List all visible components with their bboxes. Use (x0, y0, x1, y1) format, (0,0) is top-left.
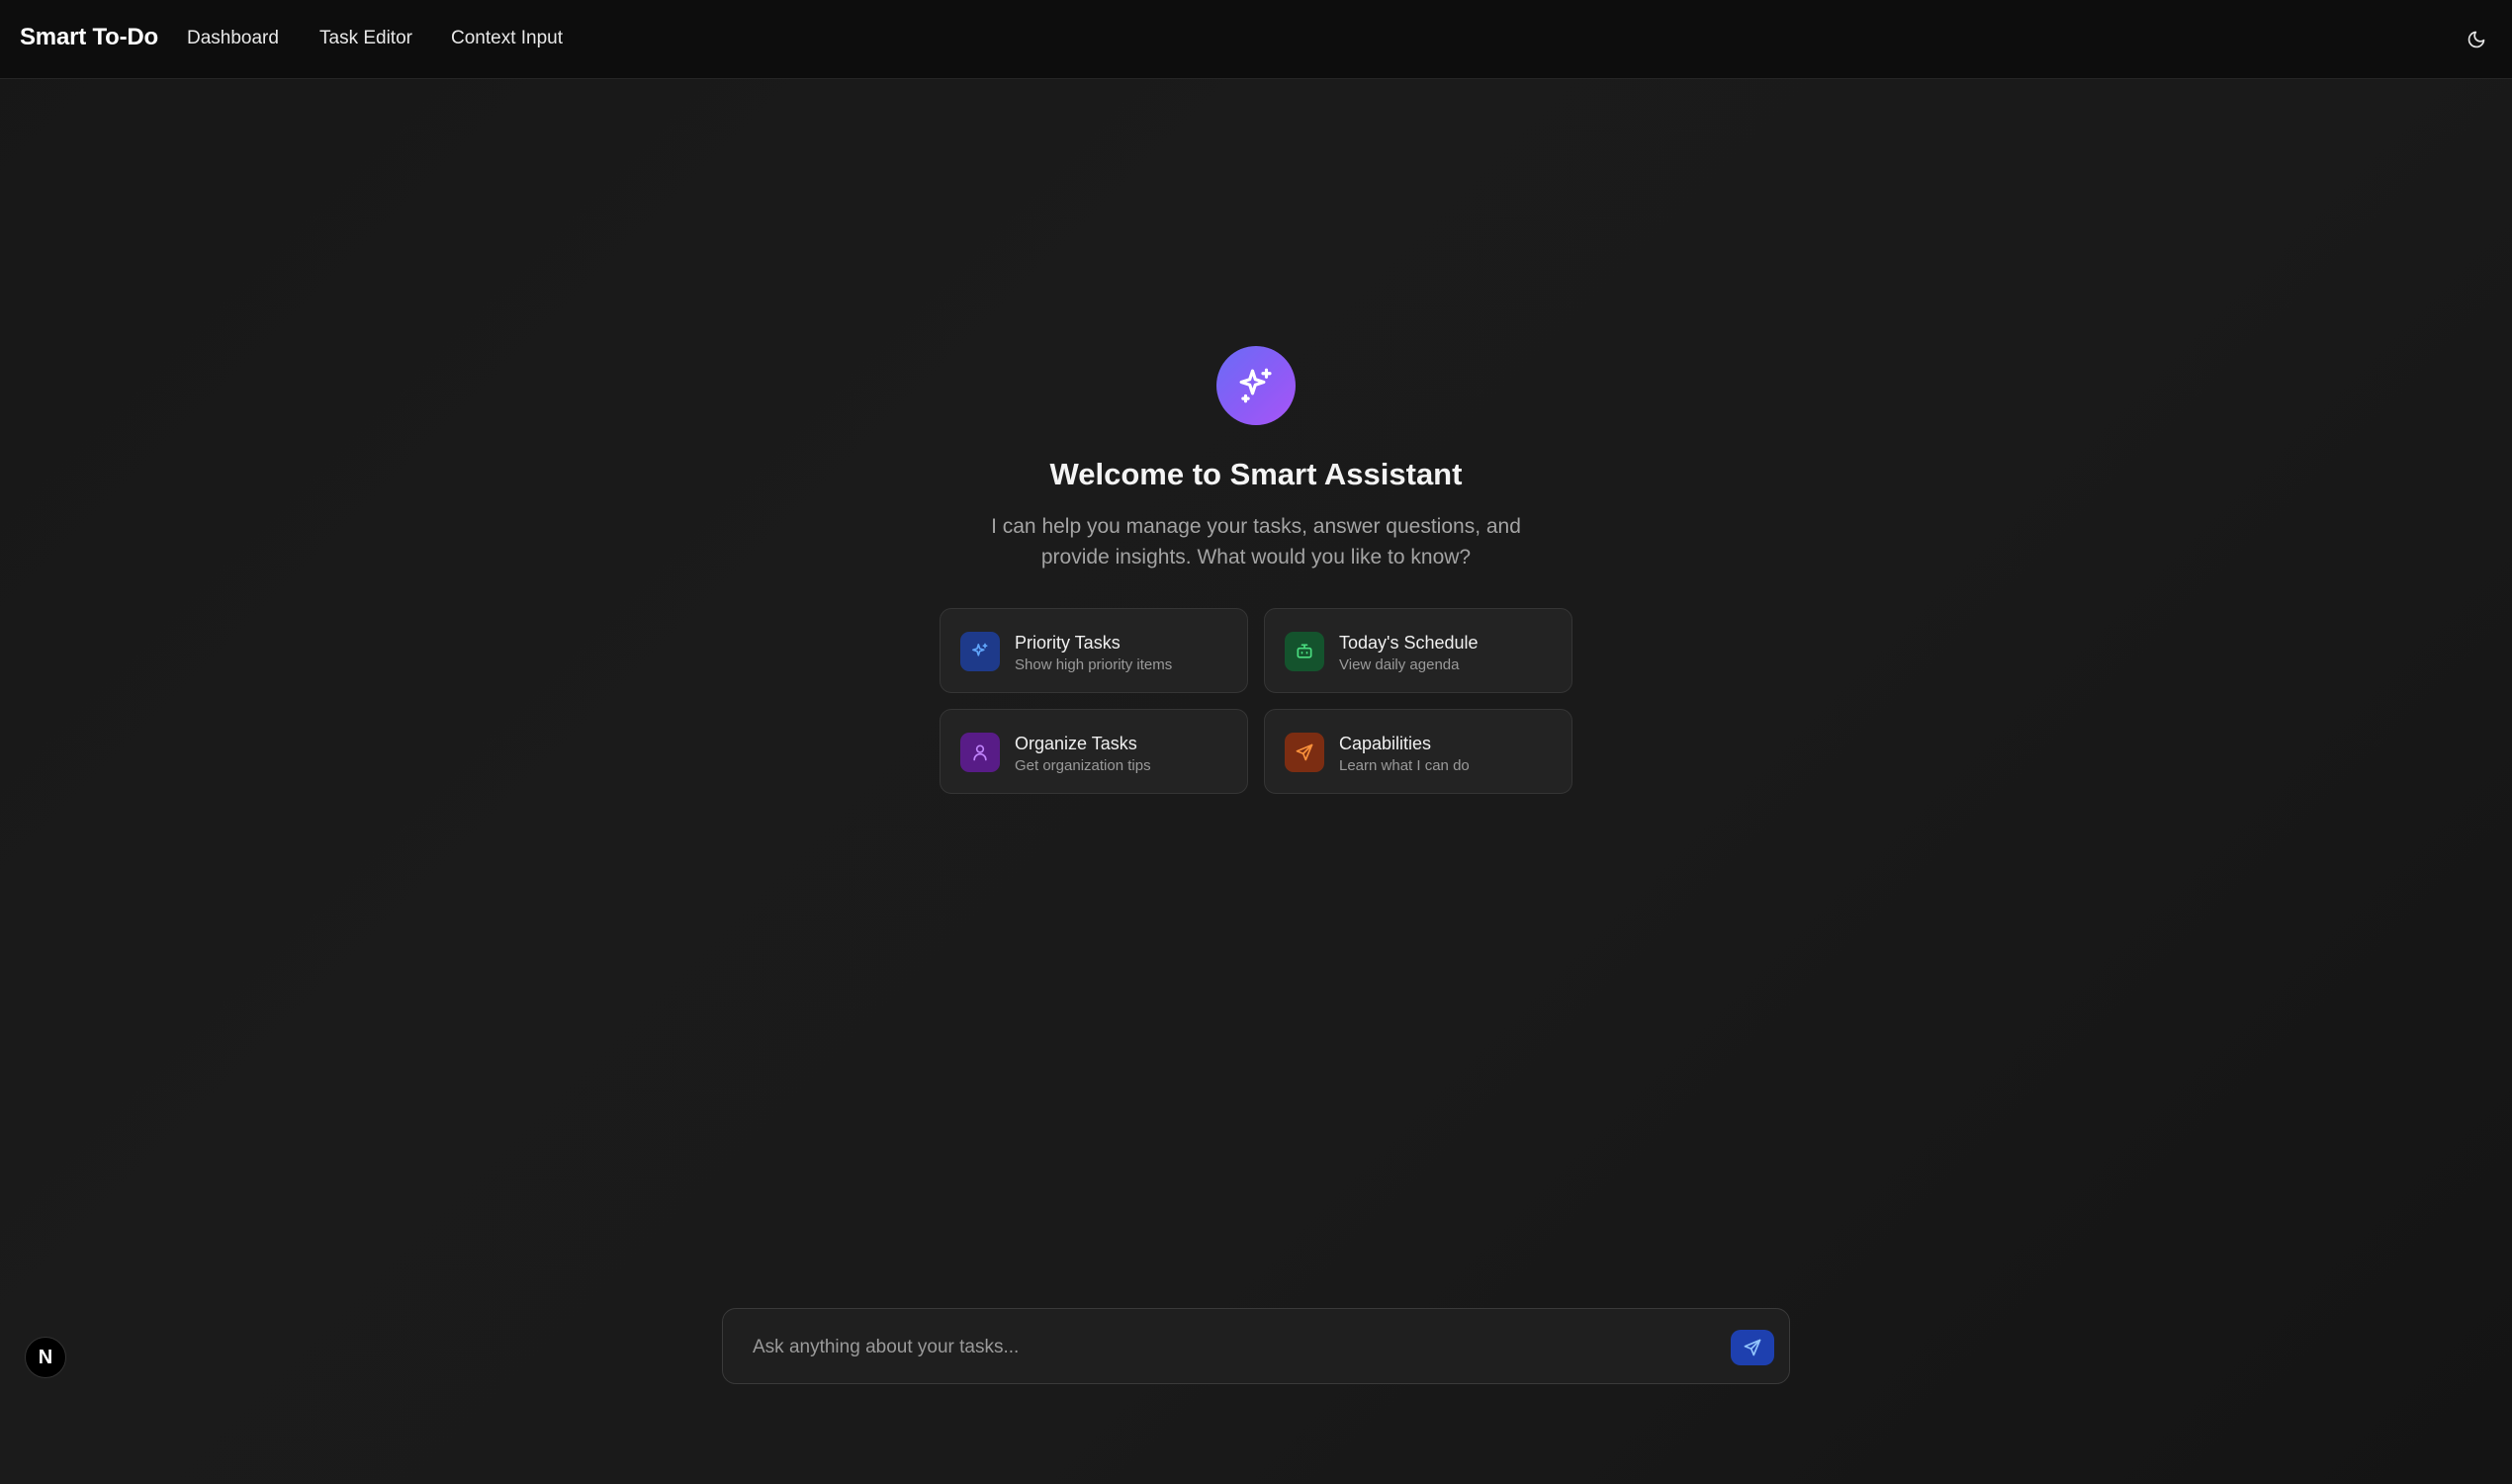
card-description: Learn what I can do (1339, 757, 1470, 774)
theme-toggle-button[interactable] (2459, 22, 2494, 57)
card-title: Priority Tasks (1015, 633, 1121, 653)
card-description: Show high priority items (1015, 656, 1173, 673)
send-button[interactable] (1731, 1330, 1774, 1365)
nav-link-context-input[interactable]: Context Input (451, 28, 563, 49)
suggestion-card-todays-schedule[interactable]: Today's Schedule View daily agenda (1264, 608, 1572, 693)
card-description: View daily agenda (1339, 656, 1460, 673)
sparkles-icon (972, 643, 988, 656)
nav-link-task-editor[interactable]: Task Editor (319, 28, 412, 49)
app-brand[interactable]: Smart To-Do (20, 24, 158, 51)
card-icon-box (1285, 733, 1324, 772)
welcome-title: Welcome to Smart Assistant (1049, 457, 1463, 491)
top-navbar: Smart To-Do Dashboard Task Editor Contex… (0, 0, 2512, 79)
sparkles-icon (1239, 368, 1272, 403)
suggestion-card-organize-tasks[interactable]: Organize Tasks Get organization tips (940, 709, 1248, 794)
nextjs-dev-badge[interactable]: N (25, 1337, 66, 1378)
bot-icon (1297, 644, 1312, 658)
chat-input-container (722, 1308, 1790, 1384)
card-title: Capabilities (1339, 734, 1432, 753)
chat-input[interactable] (751, 1327, 1694, 1368)
user-icon (973, 744, 987, 761)
card-title: Organize Tasks (1015, 734, 1137, 753)
assistant-avatar (1216, 346, 1296, 425)
send-icon (1296, 743, 1313, 761)
card-icon-box (960, 733, 1000, 772)
card-title: Today's Schedule (1339, 633, 1479, 653)
suggestion-card-capabilities[interactable]: Capabilities Learn what I can do (1264, 709, 1572, 794)
send-icon (1744, 1339, 1761, 1356)
card-icon-box (960, 632, 1000, 671)
welcome-subtitle: I can help you manage your tasks, answer… (991, 515, 1521, 568)
nav-link-dashboard[interactable]: Dashboard (187, 28, 279, 49)
suggestion-card-priority-tasks[interactable]: Priority Tasks Show high priority items (940, 608, 1248, 693)
card-icon-box (1285, 632, 1324, 671)
card-description: Get organization tips (1015, 757, 1151, 774)
moon-icon (2467, 31, 2485, 48)
